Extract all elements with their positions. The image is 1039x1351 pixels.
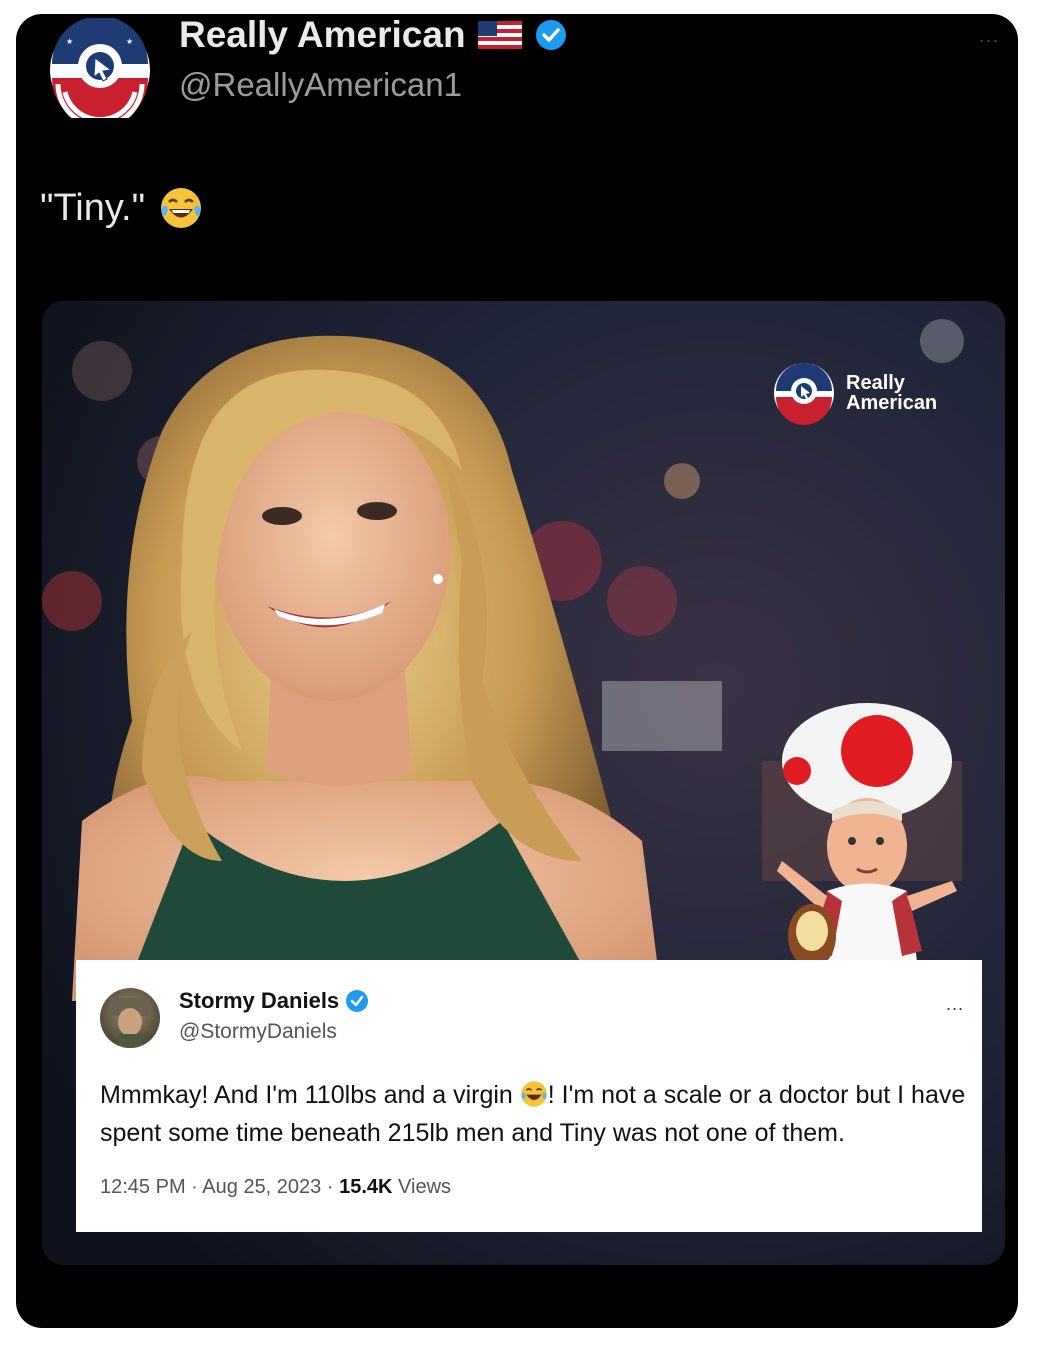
verified-badge-icon bbox=[535, 20, 566, 50]
more-options-icon[interactable]: ... bbox=[946, 994, 964, 1015]
embedded-tweet-text: Mmmkay! And I'm 110lbs and a virgin ! I'… bbox=[100, 1076, 970, 1152]
views-label: Views bbox=[398, 1176, 452, 1198]
views-count: 15.4K bbox=[339, 1176, 393, 1198]
embedded-handle[interactable]: @StormyDaniels bbox=[179, 1020, 337, 1044]
more-options-icon[interactable]: ... bbox=[979, 26, 1000, 47]
tweet-text-content: "Tiny." bbox=[40, 186, 146, 229]
meta-separator: · bbox=[326, 1176, 334, 1198]
embedded-display-name[interactable]: Stormy Daniels bbox=[179, 988, 339, 1014]
laughing-crying-emoji-icon bbox=[521, 1081, 547, 1107]
tweet-card: ★ ★ Really American @ReallyAmerican1 ...… bbox=[16, 14, 1018, 1328]
display-name-row[interactable]: Really American bbox=[179, 14, 568, 56]
tweet-text: "Tiny." bbox=[40, 186, 203, 230]
brand-watermark: Really American bbox=[772, 361, 966, 425]
meta-separator: · bbox=[191, 1176, 198, 1198]
brand-logo-text: Really American bbox=[846, 372, 938, 414]
embedded-tweet-meta: 12:45 PM · Aug 25, 2023 · 15.4K Views bbox=[100, 1176, 451, 1199]
embedded-text-part1: Mmmkay! And I'm 110lbs and a virgin bbox=[100, 1081, 520, 1109]
tweet-date[interactable]: Aug 25, 2023 bbox=[202, 1176, 321, 1198]
avatar-logo-icon[interactable]: ★ ★ bbox=[41, 18, 159, 118]
svg-text:★: ★ bbox=[66, 37, 73, 46]
embedded-avatar[interactable] bbox=[100, 988, 160, 1048]
laughing-crying-emoji-icon bbox=[161, 188, 202, 228]
us-flag-icon bbox=[477, 21, 522, 49]
svg-text:★: ★ bbox=[126, 37, 133, 46]
tweet-time[interactable]: 12:45 PM bbox=[100, 1176, 186, 1198]
embedded-name-row[interactable]: Stormy Daniels bbox=[179, 988, 369, 1014]
user-handle[interactable]: @ReallyAmerican1 bbox=[179, 66, 462, 104]
embedded-tweet[interactable]: Stormy Daniels @StormyDaniels ... Mmmkay… bbox=[76, 960, 982, 1232]
avatar-photo-icon bbox=[110, 998, 150, 1048]
brand-logo-icon bbox=[774, 363, 834, 425]
verified-badge-icon bbox=[346, 990, 369, 1012]
display-name[interactable]: Really American bbox=[179, 14, 466, 56]
